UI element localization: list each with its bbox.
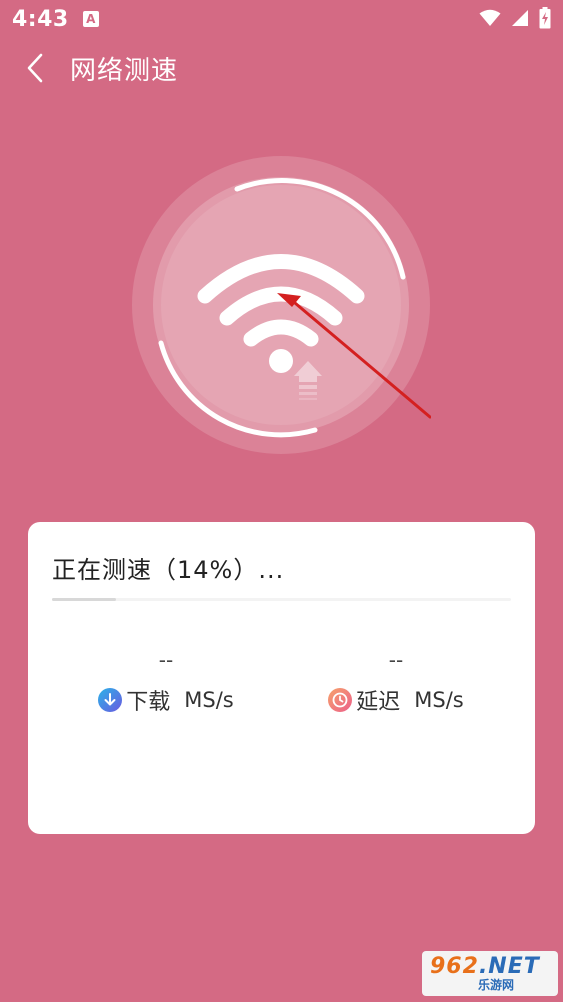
progress-bar <box>52 598 511 601</box>
battery-charging-icon <box>539 7 551 29</box>
signal-icon <box>512 10 528 26</box>
speed-gauge <box>131 155 431 455</box>
latency-metric: -- 延迟 MS/s <box>286 648 506 716</box>
status-bar: 4:43 A <box>0 0 563 38</box>
latency-label: 延迟 <box>356 690 401 715</box>
speed-test-card: 正在测速（14%）... -- 下载 MS/s -- 延迟 MS/s <box>28 522 535 834</box>
watermark-domain: 962.NET <box>430 953 558 979</box>
status-time: 4:43 <box>12 6 69 32</box>
site-watermark-logo: 962.NET 乐游网 <box>422 951 558 996</box>
chevron-left-icon <box>27 53 43 83</box>
download-arrow-icon <box>98 688 123 712</box>
clock-icon <box>328 688 353 712</box>
page-title: 网络测速 <box>70 55 179 86</box>
watermark-net: .NET <box>478 953 540 979</box>
download-metric: -- 下载 MS/s <box>56 648 276 716</box>
latency-value: -- <box>388 648 404 672</box>
back-button[interactable] <box>0 40 70 96</box>
progress-fill <box>52 598 117 601</box>
app-notification-icon: A <box>82 11 99 27</box>
progress-text: 正在测速（14%）... <box>52 556 285 584</box>
download-value: -- <box>158 648 174 672</box>
download-unit: MS/s <box>184 688 234 712</box>
app-header: 网络测速 <box>0 40 563 96</box>
status-icons <box>479 7 551 29</box>
watermark-digits: 962 <box>430 953 479 979</box>
watermark-name: 乐游网 <box>478 977 515 992</box>
gauge-graphic <box>132 156 431 454</box>
wifi-icon <box>479 9 501 26</box>
latency-unit: MS/s <box>414 688 464 712</box>
download-label: 下载 <box>126 690 171 715</box>
